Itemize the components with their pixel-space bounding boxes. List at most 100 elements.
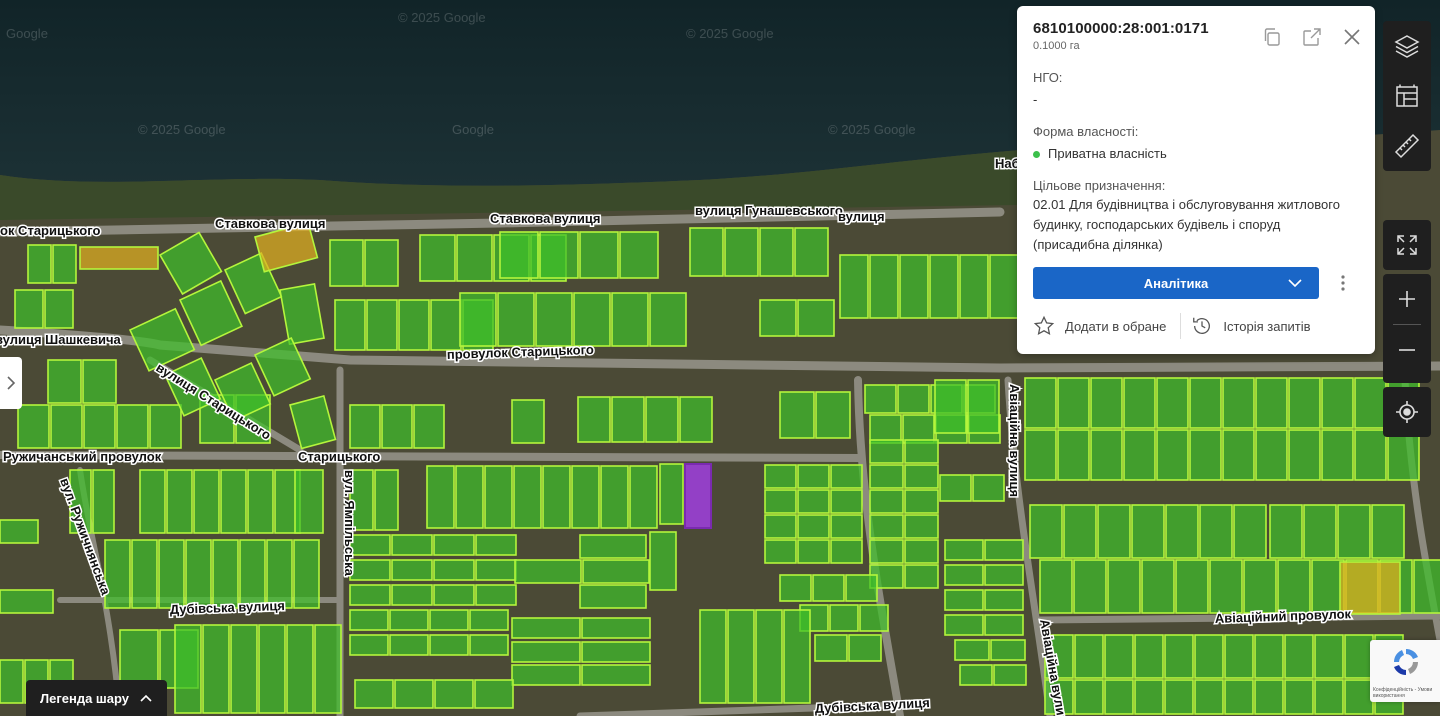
parcel[interactable] <box>972 474 1005 502</box>
parcel[interactable] <box>579 584 647 609</box>
parcel[interactable] <box>1284 679 1314 715</box>
parcel[interactable] <box>699 609 727 704</box>
parcel[interactable] <box>513 465 542 529</box>
parcel[interactable] <box>954 639 990 661</box>
parcel[interactable] <box>869 489 904 514</box>
parcel[interactable] <box>1194 679 1224 715</box>
parcel[interactable] <box>573 292 611 347</box>
parcel[interactable] <box>1165 504 1199 559</box>
zoom-in-icon[interactable] <box>1383 274 1431 324</box>
parcel[interactable] <box>830 539 863 564</box>
parcel[interactable] <box>984 589 1024 611</box>
parcel[interactable] <box>1255 377 1288 429</box>
parcel[interactable] <box>779 391 815 439</box>
parcel[interactable] <box>433 584 475 606</box>
parcel[interactable] <box>864 384 897 414</box>
parcel[interactable] <box>1134 679 1164 715</box>
parcel[interactable] <box>939 474 972 502</box>
parcel[interactable] <box>1288 429 1321 481</box>
parcel[interactable] <box>629 465 658 529</box>
parcel[interactable] <box>455 465 484 529</box>
parcel[interactable] <box>904 539 939 564</box>
parcel[interactable] <box>1039 559 1073 614</box>
parcel[interactable] <box>374 469 399 531</box>
add-to-favorites-button[interactable]: Додати в обране <box>1033 315 1166 337</box>
parcel[interactable] <box>904 514 939 539</box>
parcel[interactable] <box>1074 634 1104 679</box>
parcel[interactable] <box>104 539 131 609</box>
parcel[interactable] <box>1277 559 1311 614</box>
parcel[interactable] <box>869 414 902 444</box>
parcel[interactable] <box>426 465 455 529</box>
parcel[interactable] <box>294 469 324 534</box>
parcel[interactable] <box>286 624 314 714</box>
parcel[interactable] <box>929 254 959 319</box>
parcel[interactable] <box>52 244 77 284</box>
parcel[interactable] <box>990 639 1026 661</box>
parcel[interactable] <box>497 292 535 347</box>
parcel[interactable] <box>797 539 830 564</box>
parcel[interactable] <box>755 609 783 704</box>
parcel[interactable] <box>391 559 433 581</box>
parcel[interactable] <box>797 464 830 489</box>
parcel[interactable] <box>1141 559 1175 614</box>
parcel[interactable] <box>1057 377 1090 429</box>
parcel[interactable] <box>1413 559 1440 614</box>
selected-parcel[interactable] <box>684 463 712 529</box>
parcel[interactable] <box>1344 679 1374 715</box>
parcel[interactable] <box>381 404 413 449</box>
parcel[interactable] <box>398 299 430 351</box>
parcel[interactable] <box>354 679 394 709</box>
parcel[interactable] <box>1371 504 1405 559</box>
parcel[interactable] <box>944 589 984 611</box>
parcel[interactable] <box>349 404 381 449</box>
parcel[interactable] <box>329 239 364 287</box>
external-link-icon[interactable] <box>1301 26 1323 48</box>
parcel[interactable] <box>764 539 797 564</box>
parcel[interactable] <box>812 574 845 602</box>
parcel[interactable] <box>44 289 74 329</box>
parcel[interactable] <box>389 634 429 656</box>
parcel[interactable] <box>967 379 1000 434</box>
parcel[interactable] <box>0 589 54 614</box>
parcel[interactable] <box>859 604 889 632</box>
layers-icon[interactable] <box>1383 21 1431 71</box>
parcel[interactable] <box>989 254 1019 319</box>
parcel[interactable] <box>239 539 266 609</box>
parcel[interactable] <box>1222 377 1255 429</box>
parcel[interactable] <box>944 564 984 586</box>
parcel[interactable] <box>848 634 882 662</box>
parcel[interactable] <box>830 489 863 514</box>
parcel[interactable] <box>1123 429 1156 481</box>
parcel[interactable] <box>185 539 212 609</box>
parcel[interactable] <box>1156 377 1189 429</box>
parcel[interactable] <box>1222 429 1255 481</box>
parcel[interactable] <box>645 396 679 443</box>
parcel[interactable] <box>174 624 202 714</box>
parcel[interactable] <box>759 227 794 277</box>
parcel[interactable] <box>581 617 651 639</box>
parcel[interactable] <box>511 641 581 663</box>
parcel[interactable] <box>724 227 759 277</box>
parcel[interactable] <box>433 559 475 581</box>
parcel[interactable] <box>83 404 116 449</box>
parcel[interactable] <box>475 584 517 606</box>
parcel[interactable] <box>1303 504 1337 559</box>
parcel[interactable] <box>764 464 797 489</box>
parcel[interactable] <box>149 404 182 449</box>
parcel[interactable] <box>959 664 993 686</box>
parcel[interactable] <box>689 227 724 277</box>
parcel[interactable] <box>869 464 904 489</box>
more-options-icon[interactable] <box>1335 273 1351 293</box>
parcel[interactable] <box>349 634 389 656</box>
recaptcha-badge[interactable]: Конфіденційність - Умови використання <box>1370 640 1440 702</box>
parcel[interactable] <box>582 559 650 584</box>
parcel[interactable] <box>1314 679 1344 715</box>
parcel[interactable] <box>993 664 1027 686</box>
parcel[interactable] <box>1189 429 1222 481</box>
parcel[interactable] <box>897 384 930 414</box>
parcel[interactable] <box>1243 559 1277 614</box>
parcel[interactable] <box>1156 429 1189 481</box>
parcel[interactable] <box>1224 634 1254 679</box>
parcel[interactable] <box>1233 504 1267 559</box>
